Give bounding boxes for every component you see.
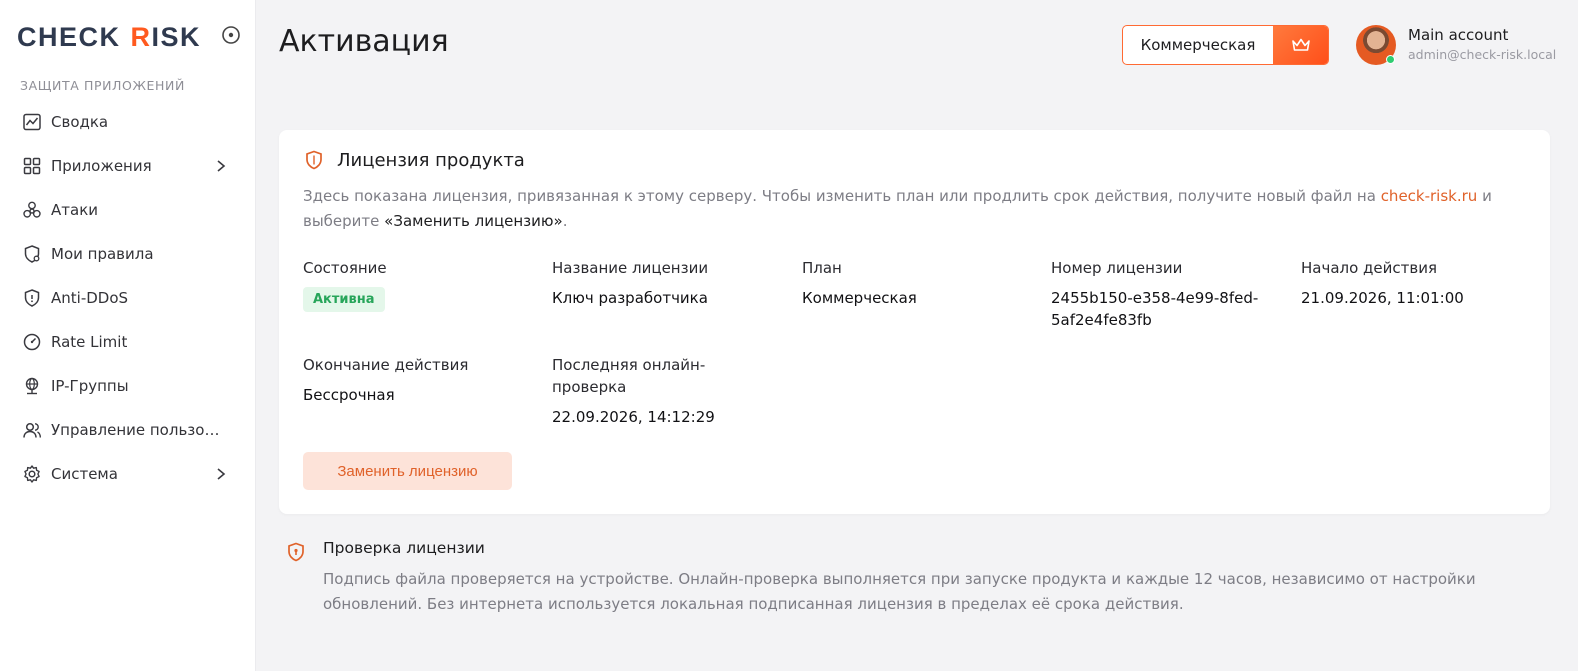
shield-icon — [24, 289, 40, 307]
license-desc-emphasis: «Заменить лицензию» — [384, 212, 563, 230]
field-label: Последняя онлайн-проверка — [552, 356, 706, 396]
gear-icon — [24, 465, 40, 483]
globe-network-icon — [25, 377, 39, 395]
license-card-header: Лицензия продукта — [303, 149, 525, 171]
brand-logo[interactable]: CHECK R ISK — [17, 22, 201, 53]
account-name[interactable]: Main account — [1408, 26, 1508, 44]
grid-icon — [23, 157, 41, 175]
field-status: Состояние Активна — [303, 257, 533, 312]
chevron-right-icon — [217, 160, 226, 172]
sidebar-item-label: Сводка — [51, 113, 109, 131]
field-label: Начало действия — [1301, 259, 1438, 277]
page-title: Активация — [279, 24, 449, 59]
field-value: 22.09.2026, 14:12:29 — [552, 408, 715, 426]
verification-title: Проверка лицензии — [323, 539, 485, 557]
crown-icon — [1273, 26, 1328, 64]
sidebar-item-attacks[interactable]: Атаки — [0, 188, 255, 232]
biohazard-icon — [23, 201, 41, 218]
sidebar-nav: Сводка Приложения Атаки Мои правила Anti… — [0, 100, 255, 496]
sidebar-section-title: ЗАЩИТА ПРИЛОЖЕНИЙ — [20, 78, 185, 93]
sidebar-item-label: Rate Limit — [51, 333, 128, 351]
plan-label: Коммерческая — [1140, 36, 1256, 54]
status-badge: Активна — [303, 287, 385, 312]
sidebar-item-label: Anti-DDoS — [51, 289, 129, 307]
sidebar-item-label: Система — [51, 465, 118, 483]
license-card-title: Лицензия продукта — [337, 149, 525, 171]
sidebar-item-summary[interactable]: Сводка — [0, 100, 255, 144]
shield-gear-icon — [24, 245, 40, 263]
sidebar-item-label: Мои правила — [51, 245, 154, 263]
sidebar-item-label: Атаки — [51, 201, 98, 219]
sidebar: CHECK R ISK ЗАЩИТА ПРИЛОЖЕНИЙ Сводка Прило… — [0, 0, 256, 671]
field-label: Состояние — [303, 259, 387, 277]
replace-license-button[interactable]: Заменить лицензию — [303, 452, 512, 490]
field-value: 21.09.2026, 11:01:00 — [1301, 289, 1464, 307]
field-plan: План Коммерческая — [802, 257, 1032, 309]
sidebar-item-label: Управление пользов... — [51, 421, 227, 439]
check-risk-link[interactable]: check-risk.ru — [1381, 187, 1478, 205]
field-license-name: Название лицензии Ключ разработчика — [552, 257, 782, 309]
sidebar-collapse-icon[interactable] — [221, 25, 241, 45]
field-value: Бессрочная — [303, 386, 395, 404]
avatar[interactable] — [1356, 25, 1396, 65]
field-end-date: Окончание действия Бессрочная — [303, 354, 533, 406]
chevron-right-icon — [217, 468, 226, 480]
sidebar-item-rate-limit[interactable]: Rate Limit — [0, 320, 255, 364]
plan-button[interactable]: Коммерческая — [1122, 25, 1329, 65]
field-license-number: Номер лицензии 2455b150-e358-4e99-8fed-5… — [1051, 257, 1266, 331]
users-icon — [23, 422, 41, 438]
gauge-icon — [23, 333, 41, 351]
sidebar-item-system[interactable]: Система — [0, 452, 255, 496]
logo-text-check: CHECK — [17, 22, 121, 52]
sidebar-item-user-management[interactable]: Управление пользов... — [0, 408, 255, 452]
field-value: 2455b150-e358-4e99-8fed-5af2e4fe83fb — [1051, 289, 1259, 329]
sidebar-item-label: Приложения — [51, 157, 152, 175]
verification-text: Подпись файла проверяется на устройстве.… — [323, 570, 1476, 613]
license-desc-text: . — [562, 212, 568, 230]
field-value: Коммерческая — [802, 289, 917, 307]
sidebar-item-label: IP-Группы — [51, 377, 129, 395]
sidebar-item-my-rules[interactable]: Мои правила — [0, 232, 255, 276]
license-desc-text: Здесь показана лицензия, привязанная к э… — [303, 187, 1381, 205]
account-email: admin@check-risk.local — [1408, 47, 1557, 62]
field-label: Название лицензии — [552, 259, 709, 277]
sidebar-item-applications[interactable]: Приложения — [0, 144, 255, 188]
online-status-dot — [1386, 55, 1395, 64]
field-label: Окончание действия — [303, 356, 469, 374]
sidebar-item-anti-ddos[interactable]: Anti-DDoS — [0, 276, 255, 320]
shield-outline-icon — [306, 150, 322, 170]
chart-icon — [23, 113, 41, 131]
field-label: План — [802, 259, 842, 277]
field-value: Ключ разработчика — [552, 289, 708, 307]
license-description: Здесь показана лицензия, привязанная к э… — [303, 184, 1513, 234]
field-last-online-check: Последняя онлайн-проверка 22.09.2026, 14… — [552, 354, 727, 428]
logo-text-isk: ISK — [151, 22, 202, 52]
field-label: Номер лицензии — [1051, 259, 1183, 277]
license-card: Лицензия продукта Здесь показана лицензи… — [279, 130, 1550, 514]
logo-letter-r: R — [130, 22, 152, 52]
sidebar-item-ip-groups[interactable]: IP-Группы — [0, 364, 255, 408]
shield-lock-icon — [288, 542, 304, 562]
field-start-date: Начало действия 21.09.2026, 11:01:00 — [1301, 257, 1531, 309]
